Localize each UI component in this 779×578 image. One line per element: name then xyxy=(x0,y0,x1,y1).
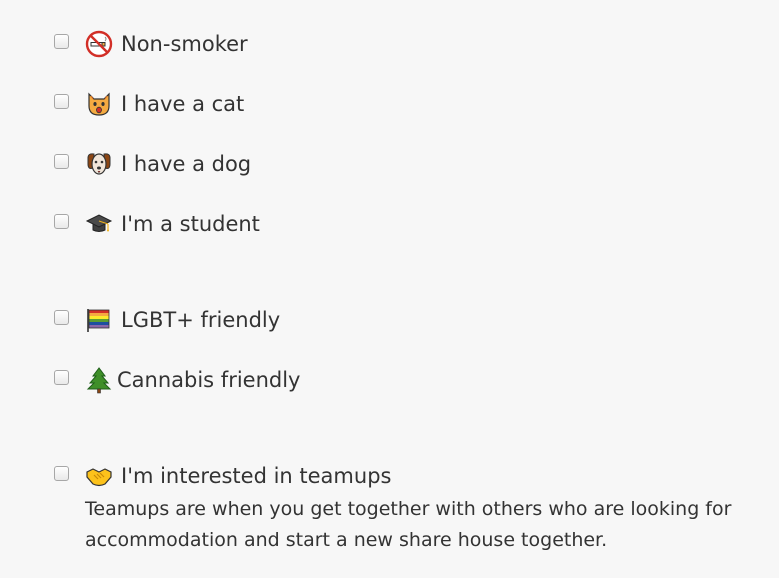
cannabis-friendly-label: Cannabis friendly xyxy=(117,368,301,392)
option-non-smoker[interactable]: Non-smoker xyxy=(54,30,248,58)
no-smoking-icon xyxy=(85,30,113,58)
dog-checkbox[interactable] xyxy=(54,153,69,169)
graduation-cap-icon xyxy=(85,210,113,238)
dog-face-icon xyxy=(85,150,113,178)
student-checkbox[interactable] xyxy=(54,213,69,229)
cat-face-icon xyxy=(85,90,113,118)
option-teamups[interactable]: I'm interested in teamups xyxy=(54,462,391,490)
option-student[interactable]: I'm a student xyxy=(54,210,260,238)
cannabis-friendly-checkbox[interactable] xyxy=(54,369,69,385)
lgbt-friendly-label: LGBT+ friendly xyxy=(121,308,281,332)
student-label: I'm a student xyxy=(121,212,260,236)
dog-label: I have a dog xyxy=(121,152,252,176)
rainbow-flag-icon xyxy=(85,306,113,334)
teamups-checkbox[interactable] xyxy=(54,465,69,481)
option-cat[interactable]: I have a cat xyxy=(54,90,244,118)
option-cannabis-friendly[interactable]: Cannabis friendly xyxy=(54,366,300,394)
teamups-description: Teamups are when you get together with o… xyxy=(85,498,732,551)
evergreen-tree-icon xyxy=(85,366,113,394)
non-smoker-checkbox[interactable] xyxy=(54,33,69,49)
handshake-icon xyxy=(85,462,113,490)
lgbt-friendly-checkbox[interactable] xyxy=(54,309,69,325)
option-lgbt-friendly[interactable]: LGBT+ friendly xyxy=(54,306,280,334)
non-smoker-label: Non-smoker xyxy=(121,32,248,56)
teamups-label: I'm interested in teamups xyxy=(121,464,392,488)
option-dog[interactable]: I have a dog xyxy=(54,150,251,178)
cat-label: I have a cat xyxy=(121,92,245,116)
cat-checkbox[interactable] xyxy=(54,93,69,109)
